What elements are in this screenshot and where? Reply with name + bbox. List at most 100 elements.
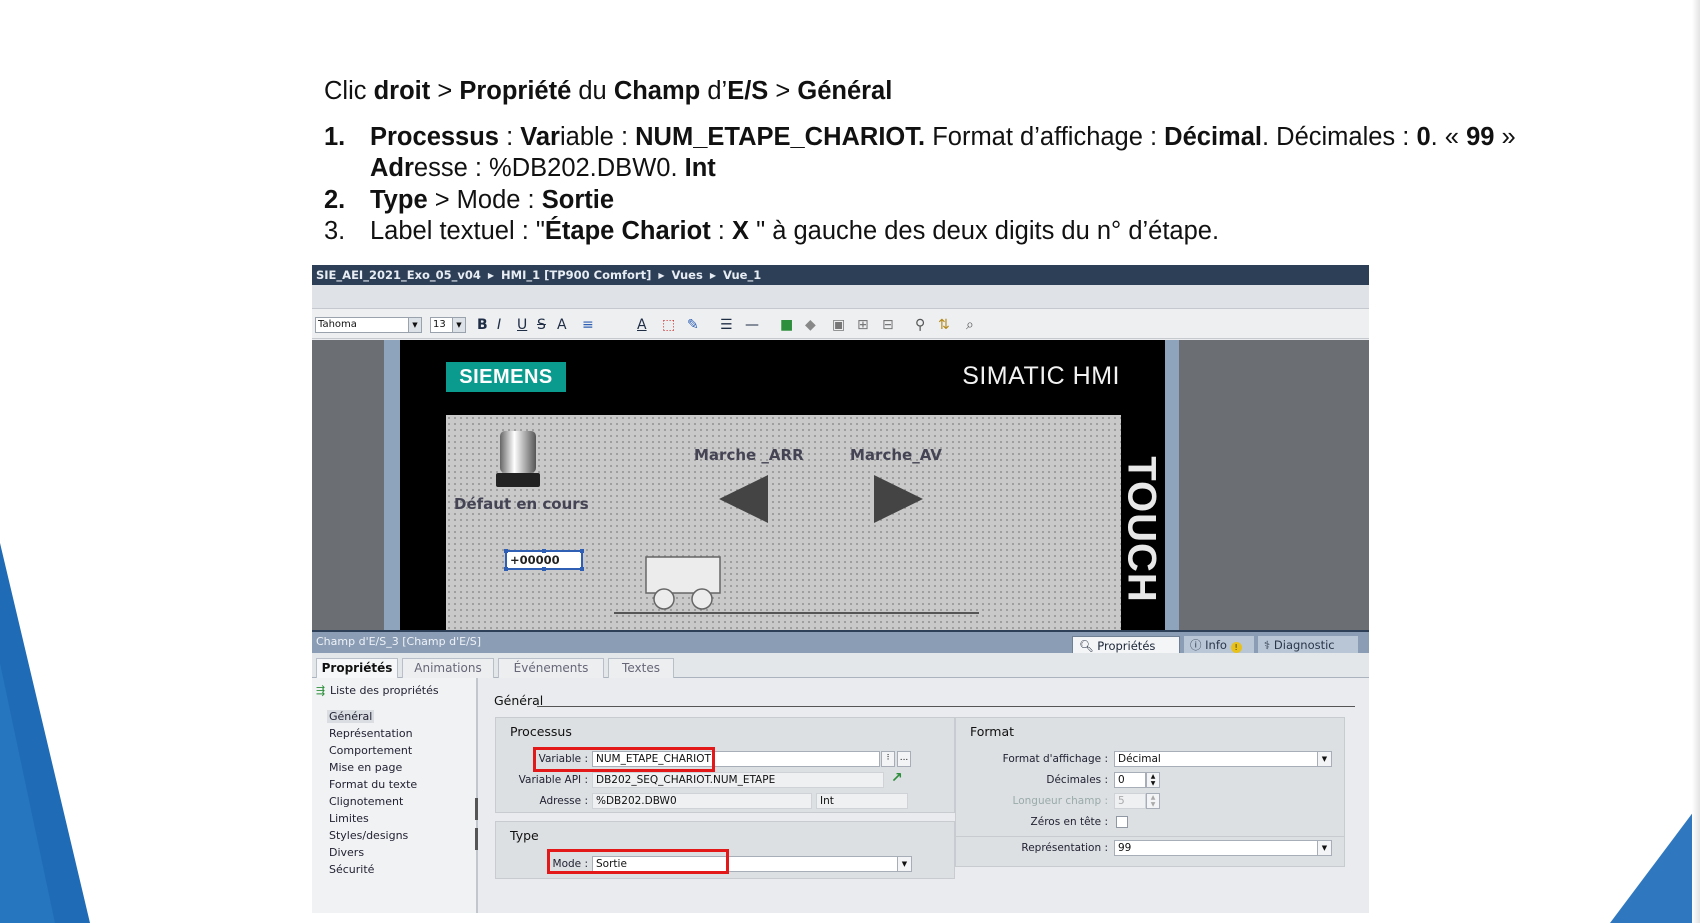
touch-label: TOUCH [1120, 415, 1165, 630]
api-variable-field: DB202_SEQ_CHARIOT.NUM_ETAPE [592, 772, 884, 788]
breadcrumb-view[interactable]: Vue_1 [723, 268, 761, 282]
nav-item-divers[interactable]: Divers [329, 846, 364, 859]
bring-front-button[interactable]: ■ [780, 315, 793, 335]
strikethrough-button[interactable]: S [537, 315, 546, 335]
chevron-right-icon: ▶ [487, 271, 495, 280]
instructions: Clic droit > Propriété du Champ d’E/S > … [324, 76, 1654, 248]
splitter-handle[interactable] [475, 828, 478, 850]
editor-header-strip [312, 285, 1369, 309]
slide-corner-decoration-right [1610, 803, 1700, 923]
tag-icon[interactable]: ⁝ [881, 751, 895, 767]
nav-item-styles-designs[interactable]: Styles/designs [329, 829, 408, 842]
nav-item-clignotement[interactable]: Clignotement [329, 795, 403, 808]
display-format-label: Format d'affichage : [1002, 753, 1108, 765]
cart-icon[interactable] [644, 555, 722, 611]
decimals-stepper[interactable]: ▲ ▼ [1146, 772, 1160, 788]
display-format-select[interactable]: Décimal ▼ [1114, 751, 1332, 767]
font-family-select[interactable]: Tahoma ▼ [315, 317, 422, 333]
representation-select[interactable]: 99 ▼ [1114, 840, 1332, 856]
magnifier-icon: 🔍︎ [1079, 639, 1094, 653]
chevron-right-icon: ▶ [658, 271, 665, 280]
section-title-general: Général [494, 693, 544, 708]
siemens-logo: SIEMENS [446, 362, 566, 392]
nav-item-representation[interactable]: Représentation [329, 727, 413, 740]
line-width-button[interactable]: — [745, 315, 759, 335]
breadcrumb-project[interactable]: SIE_AEI_2021_Exo_05_v04 [316, 268, 481, 282]
bold-button[interactable]: B [477, 315, 488, 335]
align-text-button[interactable]: ≡ [582, 315, 594, 335]
decimals-label: Décimales : [1046, 774, 1108, 786]
tia-portal-screenshot: SIE_AEI_2021_Exo_05_v04 ▶ HMI_1 [TP900 Com… [312, 265, 1369, 913]
browse-button[interactable]: ... [897, 751, 911, 767]
property-list: ⇶ Liste des propriétés Général Représenta… [312, 678, 478, 913]
subtab-textes[interactable]: Textes [608, 658, 674, 678]
decimals-field[interactable]: 0 [1114, 772, 1146, 788]
format-toolbar: Tahoma ▼ 13 ▼ B I U S A ≡ A ⬚ ✎ ☰ — ■ ◆ … [312, 309, 1369, 339]
align-objects-button[interactable]: ⊞ [857, 315, 869, 335]
highlight-variable [533, 747, 715, 772]
line-style-button[interactable]: ☰ [720, 315, 733, 335]
group-title-format: Format [970, 724, 1015, 739]
breadcrumb-device[interactable]: HMI_1 [TP900 Comfort] [501, 268, 651, 282]
arrow-left-button[interactable] [716, 473, 771, 525]
instruction-step-3: 3. Label textuel : "Étape Chariot : X " … [324, 217, 1220, 245]
goto-arrow-icon[interactable]: ↗ [891, 770, 903, 786]
address-type-field: Int [816, 793, 908, 809]
hmi-design-area: SIEMENS SIMATIC HMI Défaut en cours Marc… [312, 340, 1369, 630]
breadcrumb-views[interactable]: Vues [672, 268, 703, 282]
io-field[interactable]: +00000 [504, 549, 584, 571]
nav-item-comportement[interactable]: Comportement [329, 744, 412, 757]
nav-item-mise-en-page[interactable]: Mise en page [329, 761, 402, 774]
subtab-animations[interactable]: Animations [402, 658, 494, 678]
italic-button[interactable]: I [497, 315, 501, 335]
subtab-evenements[interactable]: Événements [498, 658, 604, 678]
underline-button[interactable]: U [517, 315, 527, 335]
section-divider [537, 706, 1355, 707]
chevron-down-icon: ▼ [1317, 841, 1331, 855]
arrow-right-button[interactable] [871, 473, 926, 525]
distribute-button[interactable]: ⊟ [882, 315, 894, 335]
rotate-button[interactable]: ◆ [805, 315, 816, 335]
nav-item-securite[interactable]: Sécurité [329, 863, 374, 876]
highlight-mode [547, 849, 729, 874]
splitter-handle[interactable] [475, 798, 478, 820]
font-grow-button[interactable]: A [557, 315, 567, 335]
line-color-button[interactable]: ✎ [687, 315, 699, 335]
chevron-down-icon: ▼ [452, 318, 465, 332]
field-length-label: Longueur champ : [1012, 795, 1108, 807]
nav-item-limites[interactable]: Limites [329, 812, 369, 825]
group-button[interactable]: ▣ [832, 315, 845, 335]
group-title-processus: Processus [510, 724, 572, 739]
text-color-button[interactable]: A [637, 315, 647, 335]
instruction-step-2: 2. Type > Mode : Sortie [324, 185, 615, 214]
address-label: Adresse : [539, 795, 589, 807]
hmi-screen[interactable]: Défaut en cours Marche _ARR Marche_AV +0… [446, 415, 1156, 630]
label-marche-av[interactable]: Marche_AV [850, 446, 942, 464]
hmi-panel: SIEMENS SIMATIC HMI Défaut en cours Marc… [400, 340, 1165, 630]
breadcrumb: SIE_AEI_2021_Exo_05_v04 ▶ HMI_1 [TP900 Com… [312, 265, 1369, 285]
fill-color-button[interactable]: ⬚ [662, 315, 675, 335]
chevron-right-icon: ▶ [709, 271, 716, 280]
nav-item-format-du-texte[interactable]: Format du texte [329, 778, 417, 791]
chevron-down-icon: ▼ [408, 318, 421, 332]
warning-icon: ! [1230, 642, 1242, 653]
field-length-stepper: ▲ ▼ [1146, 793, 1160, 809]
property-subtabs: Propriétés Animations Événements Textes [312, 653, 1369, 679]
instruction-step-1: 1. Processus : Variable : NUM_ETAPE_CHAR… [324, 122, 1516, 183]
leading-zeros-label: Zéros en tête : [1030, 816, 1108, 828]
property-list-header[interactable]: ⇶ Liste des propriétés [316, 684, 439, 697]
api-variable-label: Variable API : [518, 774, 588, 786]
label-marche-arr[interactable]: Marche _ARR [694, 446, 804, 464]
label-defaut-en-cours[interactable]: Défaut en cours [454, 495, 589, 513]
leading-zeros-checkbox[interactable] [1116, 816, 1128, 828]
tab-order-button[interactable]: ⇅ [938, 315, 950, 335]
font-size-select[interactable]: 13 ▼ [430, 317, 466, 333]
zoom-button[interactable]: ⌕ [966, 315, 974, 335]
format-painter-button[interactable]: ⚲ [915, 315, 925, 335]
inspector-title-bar: Champ d'E/S_3 [Champ d'E/S] 🔍︎ Propriété… [312, 630, 1369, 655]
stack-light-icon[interactable] [494, 429, 542, 489]
subtab-proprietes[interactable]: Propriétés [316, 658, 398, 679]
chevron-down-icon: ▼ [897, 857, 911, 871]
nav-item-general[interactable]: Général [327, 710, 375, 723]
field-length-field: 5 [1114, 793, 1146, 809]
